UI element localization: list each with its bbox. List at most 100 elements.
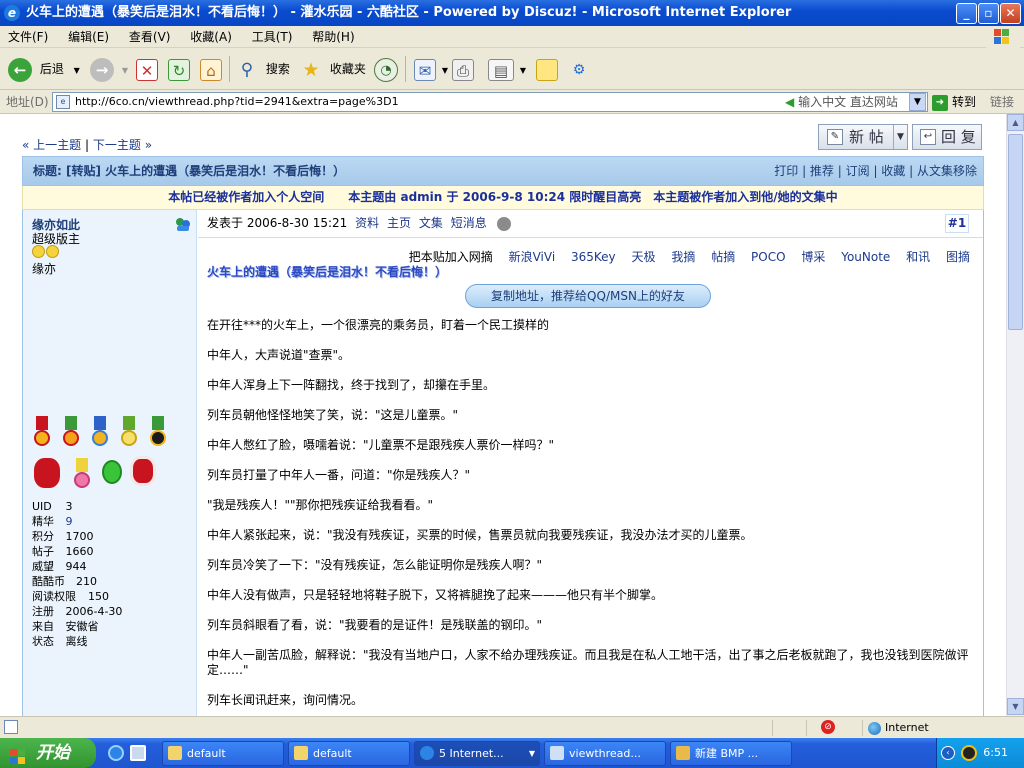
- back-button[interactable]: ← 后退 ▼: [8, 54, 80, 84]
- menu-edit[interactable]: 编辑(E): [60, 26, 117, 48]
- address-url: http://6co.cn/viewthread.php?tid=2941&ex…: [75, 95, 399, 108]
- msn-icon[interactable]: [175, 216, 191, 232]
- messenger-button[interactable]: ⚙: [568, 54, 590, 84]
- start-label: 开始: [36, 743, 70, 763]
- address-dropdown-button[interactable]: ▼: [909, 93, 926, 111]
- new-post-button[interactable]: ✎ 新 帖 ▼: [818, 124, 908, 150]
- back-dropdown-icon: ▼: [73, 66, 80, 75]
- windows-logo-icon: [986, 26, 1020, 48]
- subscribe-link[interactable]: 订阅: [846, 164, 870, 178]
- favorite-link[interactable]: 收藏: [881, 164, 905, 178]
- profile-link[interactable]: 资料: [355, 216, 379, 230]
- home-icon: ⌂: [200, 58, 222, 81]
- go-label: 转到: [952, 95, 977, 109]
- tray-arrow-icon[interactable]: ‹: [941, 746, 955, 760]
- search-icon: ⚲: [240, 59, 254, 80]
- scroll-thumb[interactable]: [1008, 134, 1023, 330]
- go-button[interactable]: ➜ 转到: [932, 90, 976, 114]
- share-wozhai[interactable]: 我摘: [671, 250, 695, 264]
- scroll-up-button[interactable]: ▲: [1007, 114, 1024, 131]
- stop-button[interactable]: ✕: [136, 54, 158, 84]
- post-paragraph: 中年人浑身上下一阵翻找，终于找到了，却攥在手里。: [207, 378, 496, 392]
- page-icon: e: [56, 95, 70, 109]
- stat-posts: 帖子 1660: [32, 545, 94, 558]
- share-tuzhai[interactable]: 图摘: [946, 250, 970, 264]
- share-365key[interactable]: 365Key: [571, 250, 616, 264]
- home-button[interactable]: ⌂: [200, 54, 222, 84]
- stop-icon: ✕: [136, 58, 158, 81]
- taskbar-item-default-2[interactable]: default: [288, 741, 410, 766]
- floor-number[interactable]: #1: [945, 214, 969, 233]
- restore-button[interactable]: ▫: [978, 3, 999, 24]
- post-paragraph: 列车员斜眼看了看，说："我要看的是证件！是残联盖的钢印。": [207, 618, 543, 632]
- search-button[interactable]: ⚲ 搜索: [236, 54, 290, 84]
- ie-window: e 火车上的遭遇（暴笑后是泪水！不看后悔！） - 灌水乐园 - 六酷社区 - P…: [0, 0, 1024, 768]
- share-poco[interactable]: POCO: [751, 250, 786, 264]
- menu-file[interactable]: 文件(F): [0, 26, 56, 48]
- vertical-scrollbar[interactable]: ▲ ▼: [1006, 114, 1024, 716]
- favorites-button[interactable]: ★ 收藏夹: [300, 54, 365, 84]
- qq-penguin-icon[interactable]: [961, 745, 977, 761]
- mail-button[interactable]: ✉ ▼: [414, 54, 448, 84]
- edit-button[interactable]: ▤ ▼: [488, 54, 526, 84]
- window-icon: [550, 746, 564, 760]
- desktop-quicklaunch-icon[interactable]: [130, 745, 146, 761]
- post-paragraph: 中年人一副苦瓜脸，解释说："我没有当地户口，人家不给办理残疾证。而且我是在私人工…: [207, 648, 969, 677]
- menu-help[interactable]: 帮助(H): [304, 26, 362, 48]
- start-button[interactable]: 开始: [0, 738, 96, 768]
- pm-link[interactable]: 短消息: [451, 216, 487, 230]
- globe-icon: [868, 721, 881, 735]
- menu-favorites[interactable]: 收藏(A): [182, 26, 240, 48]
- history-button[interactable]: ◔: [374, 54, 398, 84]
- prev-topic-link[interactable]: « 上一主题: [22, 138, 81, 152]
- ie-icon: e: [4, 5, 20, 21]
- discuss-button[interactable]: [536, 54, 558, 84]
- stat-uid: UID 3: [32, 500, 73, 513]
- menu-view[interactable]: 查看(V): [121, 26, 179, 48]
- close-button[interactable]: ✕: [1000, 3, 1021, 24]
- popup-blocked-icon[interactable]: ⊘: [821, 720, 835, 734]
- new-post-dropdown-icon[interactable]: ▼: [893, 125, 907, 149]
- share-tiezhai[interactable]: 帖摘: [711, 250, 735, 264]
- share-sina-vivi[interactable]: 新浪ViVi: [509, 250, 556, 264]
- share-tianji[interactable]: 天极: [632, 250, 656, 264]
- menu-tools[interactable]: 工具(T): [244, 26, 301, 48]
- person-icon[interactable]: [496, 216, 511, 231]
- post-paragraph: 中年人憋红了脸，嗫嚅着说："儿童票不是跟残疾人票价一样吗？": [207, 438, 555, 452]
- minimize-button[interactable]: _: [956, 3, 977, 24]
- post-time: 发表于 2006-8-30 15:21: [207, 216, 348, 230]
- window-title: 火车上的遭遇（暴笑后是泪水！不看后悔！） - 灌水乐园 - 六酷社区 - Pow…: [26, 5, 792, 20]
- taskbar-item-internet-group[interactable]: 5 Internet... ▼: [414, 741, 540, 766]
- ribbon-medal-icon: [130, 452, 156, 490]
- stat-status: 状态 离线: [32, 635, 88, 648]
- refresh-icon: ↻: [168, 58, 190, 81]
- taskbar-item-viewthread[interactable]: viewthread...: [544, 741, 666, 766]
- next-topic-link[interactable]: 下一主题 »: [93, 138, 152, 152]
- reply-button[interactable]: ↩ 回 复: [912, 124, 982, 150]
- scroll-down-button[interactable]: ▼: [1007, 698, 1024, 715]
- taskbar-item-bmp[interactable]: 新建 BMP ...: [670, 741, 792, 766]
- share-hexun[interactable]: 和讯: [906, 250, 930, 264]
- ie-quicklaunch-icon[interactable]: [108, 745, 124, 761]
- thread-actions: 打印 | 推荐 | 订阅 | 收藏 | 从文集移除: [774, 164, 977, 178]
- homepage-link[interactable]: 主页: [387, 216, 411, 230]
- address-input[interactable]: e http://6co.cn/viewthread.php?tid=2941&…: [52, 92, 928, 112]
- address-label: 地址(D): [6, 95, 49, 109]
- links-button[interactable]: 链接: [990, 90, 1014, 114]
- taskbar-item-default-1[interactable]: default: [162, 741, 284, 766]
- medal-icon: [119, 416, 139, 452]
- status-cell-blocked: ⊘: [806, 720, 862, 736]
- share-younote[interactable]: YouNote: [841, 250, 890, 264]
- share-bocai[interactable]: 博采: [801, 250, 825, 264]
- stat-points: 积分 1700: [32, 530, 94, 543]
- print-link[interactable]: 打印: [774, 164, 798, 178]
- post-paragraph: 列车长闻讯赶来，询问情况。: [207, 693, 364, 707]
- stat-prestige: 威望 944: [32, 560, 87, 573]
- print-button[interactable]: ⎙: [452, 54, 474, 84]
- remove-from-collection-link[interactable]: 从文集移除: [917, 164, 977, 178]
- recommend-link[interactable]: 推荐: [810, 164, 834, 178]
- collection-link[interactable]: 文集: [419, 216, 443, 230]
- refresh-button[interactable]: ↻: [168, 54, 190, 84]
- forward-button[interactable]: → ▼: [90, 54, 128, 84]
- copy-link-button[interactable]: 复制地址，推荐给QQ/MSN上的好友: [465, 284, 711, 308]
